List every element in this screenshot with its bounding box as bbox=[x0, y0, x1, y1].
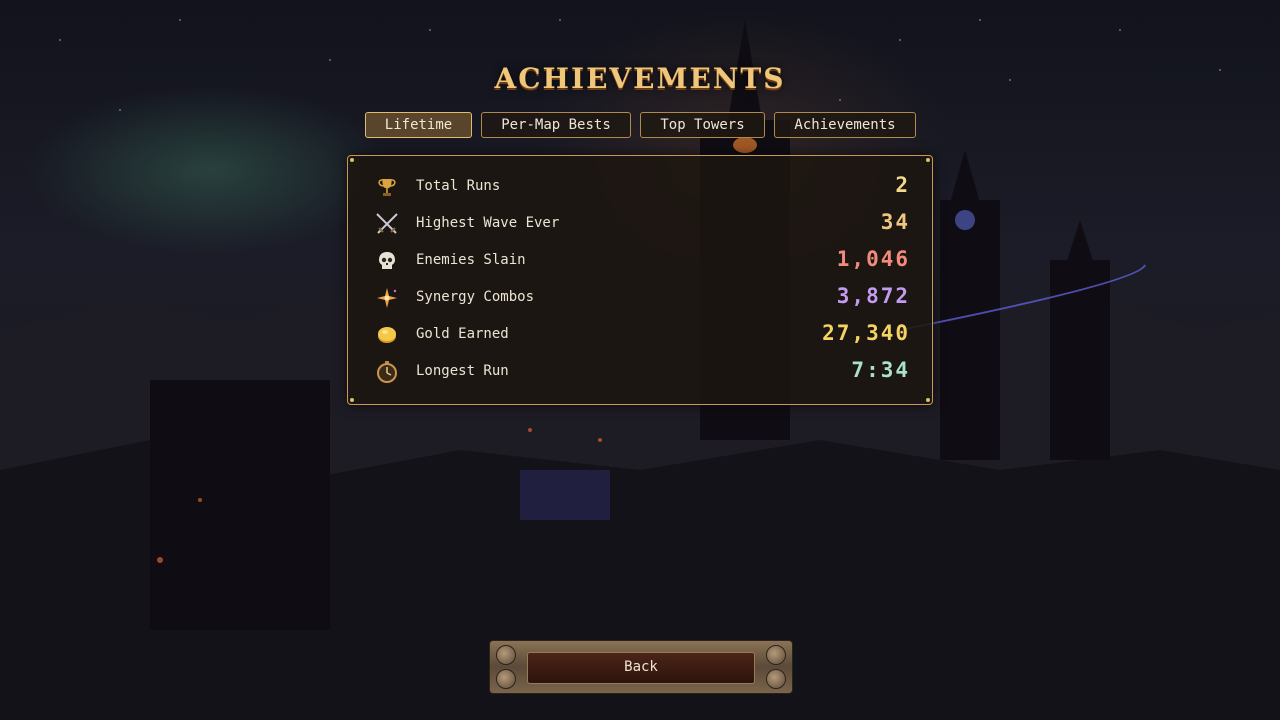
stat-row-highest-wave: Highest Wave Ever 34 bbox=[348, 205, 932, 241]
stat-label: Highest Wave Ever bbox=[416, 215, 560, 231]
sparkle-icon bbox=[377, 288, 397, 308]
stat-row-total-runs: Total Runs 2 bbox=[348, 168, 932, 204]
stat-value: 1,046 bbox=[836, 247, 910, 271]
crossed-swords-icon bbox=[376, 213, 398, 234]
panel-corner-ornament bbox=[350, 158, 354, 162]
stat-label: Longest Run bbox=[416, 363, 509, 379]
back-button[interactable]: Back bbox=[527, 652, 755, 684]
stat-value: 7:34 bbox=[851, 358, 910, 382]
stat-label: Synergy Combos bbox=[416, 289, 535, 305]
stat-row-gold-earned: Gold Earned 27,340 bbox=[348, 316, 932, 352]
skull-icon bbox=[379, 252, 395, 269]
stat-row-enemies-slain: Enemies Slain 1,046 bbox=[348, 242, 932, 278]
stat-label: Gold Earned bbox=[416, 326, 509, 342]
stats-panel: Total Runs 2 Highest Wave Ever 34 Enemie… bbox=[347, 155, 933, 405]
stat-value: 3,872 bbox=[836, 284, 910, 308]
tab-lifetime[interactable]: Lifetime bbox=[365, 112, 472, 138]
stat-value: 2 bbox=[895, 173, 910, 197]
panel-corner-ornament bbox=[350, 398, 354, 402]
stat-value: 27,340 bbox=[822, 321, 910, 345]
page-title: ACHIEVEMENTS bbox=[494, 62, 786, 95]
stat-label: Enemies Slain bbox=[416, 252, 526, 268]
skull-ornament-icon bbox=[496, 645, 516, 665]
skull-ornament-icon bbox=[766, 669, 786, 689]
stat-value: 34 bbox=[880, 210, 910, 234]
tab-per-map-bests[interactable]: Per-Map Bests bbox=[481, 112, 631, 138]
tab-achievements[interactable]: Achievements bbox=[774, 112, 916, 138]
stat-row-synergy-combos: Synergy Combos 3,872 bbox=[348, 279, 932, 315]
trophy-icon bbox=[378, 179, 396, 196]
tab-top-towers[interactable]: Top Towers bbox=[640, 112, 765, 138]
panel-corner-ornament bbox=[926, 398, 930, 402]
stat-row-longest-run: Longest Run 7:34 bbox=[348, 353, 932, 389]
stopwatch-icon bbox=[377, 361, 397, 383]
skull-ornament-icon bbox=[496, 669, 516, 689]
skull-ornament-icon bbox=[766, 645, 786, 665]
gold-coin-icon bbox=[378, 327, 396, 343]
panel-corner-ornament bbox=[926, 158, 930, 162]
tab-bar: Lifetime Per-Map Bests Top Towers Achiev… bbox=[0, 112, 1280, 138]
stat-label: Total Runs bbox=[416, 178, 501, 194]
